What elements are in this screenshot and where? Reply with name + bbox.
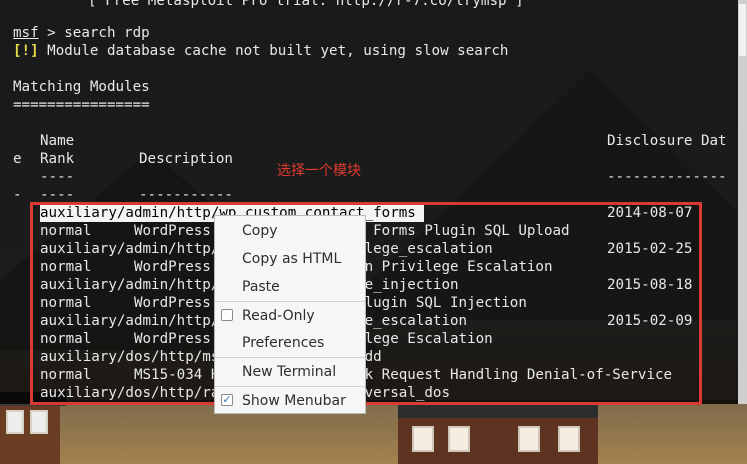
annotation-label: 选择一个模块 xyxy=(277,163,361,179)
terminal-window[interactable]: [ Free Metasploit Pro trial: http://r-7.… xyxy=(0,0,738,405)
terminal-banner: [ Free Metasploit Pro trial: http://r-7.… xyxy=(88,0,524,9)
context-menu: Copy Copy as HTML Paste Read-Only Prefer… xyxy=(214,215,366,414)
menu-item-new-terminal[interactable]: New Terminal xyxy=(215,360,365,384)
scrollbar-thumb[interactable] xyxy=(739,4,746,56)
terminal-scrollbar[interactable] xyxy=(738,0,747,404)
menu-item-preferences[interactable]: Preferences xyxy=(215,331,365,355)
column-header-description: Description xyxy=(139,151,233,167)
wallpaper-ground xyxy=(0,400,747,464)
column-header-name: Name xyxy=(40,133,75,149)
menu-separator xyxy=(215,357,365,358)
column-rule-name: ---- xyxy=(40,169,75,185)
menu-item-copy-as-html[interactable]: Copy as HTML xyxy=(215,247,365,271)
menu-item-label: Show Menubar xyxy=(242,393,346,409)
column-rule-wrap: - xyxy=(13,187,22,203)
section-rule: ================ xyxy=(13,97,150,113)
wallpaper-house xyxy=(0,392,66,464)
menu-separator xyxy=(215,386,365,387)
warning-text: Module database cache not built yet, usi… xyxy=(38,43,509,59)
menu-item-label: Copy xyxy=(242,223,278,239)
menu-item-show-menubar[interactable]: ✓ Show Menubar xyxy=(215,389,365,413)
wallpaper-house xyxy=(398,404,598,464)
checkbox-checked-icon[interactable]: ✓ xyxy=(221,394,233,406)
command-text: > search rdp xyxy=(38,25,150,41)
prompt: msf xyxy=(13,25,39,41)
menu-item-read-only[interactable]: Read-Only xyxy=(215,304,365,328)
column-header-rank: Rank xyxy=(40,151,75,167)
menu-separator xyxy=(215,301,365,302)
menu-item-label: Copy as HTML xyxy=(242,251,342,267)
menu-item-label: Paste xyxy=(242,279,280,295)
checkbox-unchecked-icon[interactable] xyxy=(221,309,233,321)
warning-tag: [!] xyxy=(13,43,39,59)
menu-item-paste[interactable]: Paste xyxy=(215,275,365,299)
warning-line: [!] Module database cache not built yet,… xyxy=(13,42,508,60)
section-title: Matching Modules xyxy=(13,79,150,95)
menu-item-label: Read-Only xyxy=(242,308,315,324)
column-rule-disclosure: -------------- xyxy=(607,169,727,185)
menu-item-label: Preferences xyxy=(242,335,325,351)
column-header-disclosure: Disclosure Dat xyxy=(607,133,727,149)
column-header-wrap: e xyxy=(13,151,22,167)
annotation-highlight-box xyxy=(30,202,702,405)
command-line: msf > search rdp xyxy=(13,24,150,42)
menu-item-copy[interactable]: Copy xyxy=(215,219,365,243)
menu-item-label: New Terminal xyxy=(242,364,337,380)
